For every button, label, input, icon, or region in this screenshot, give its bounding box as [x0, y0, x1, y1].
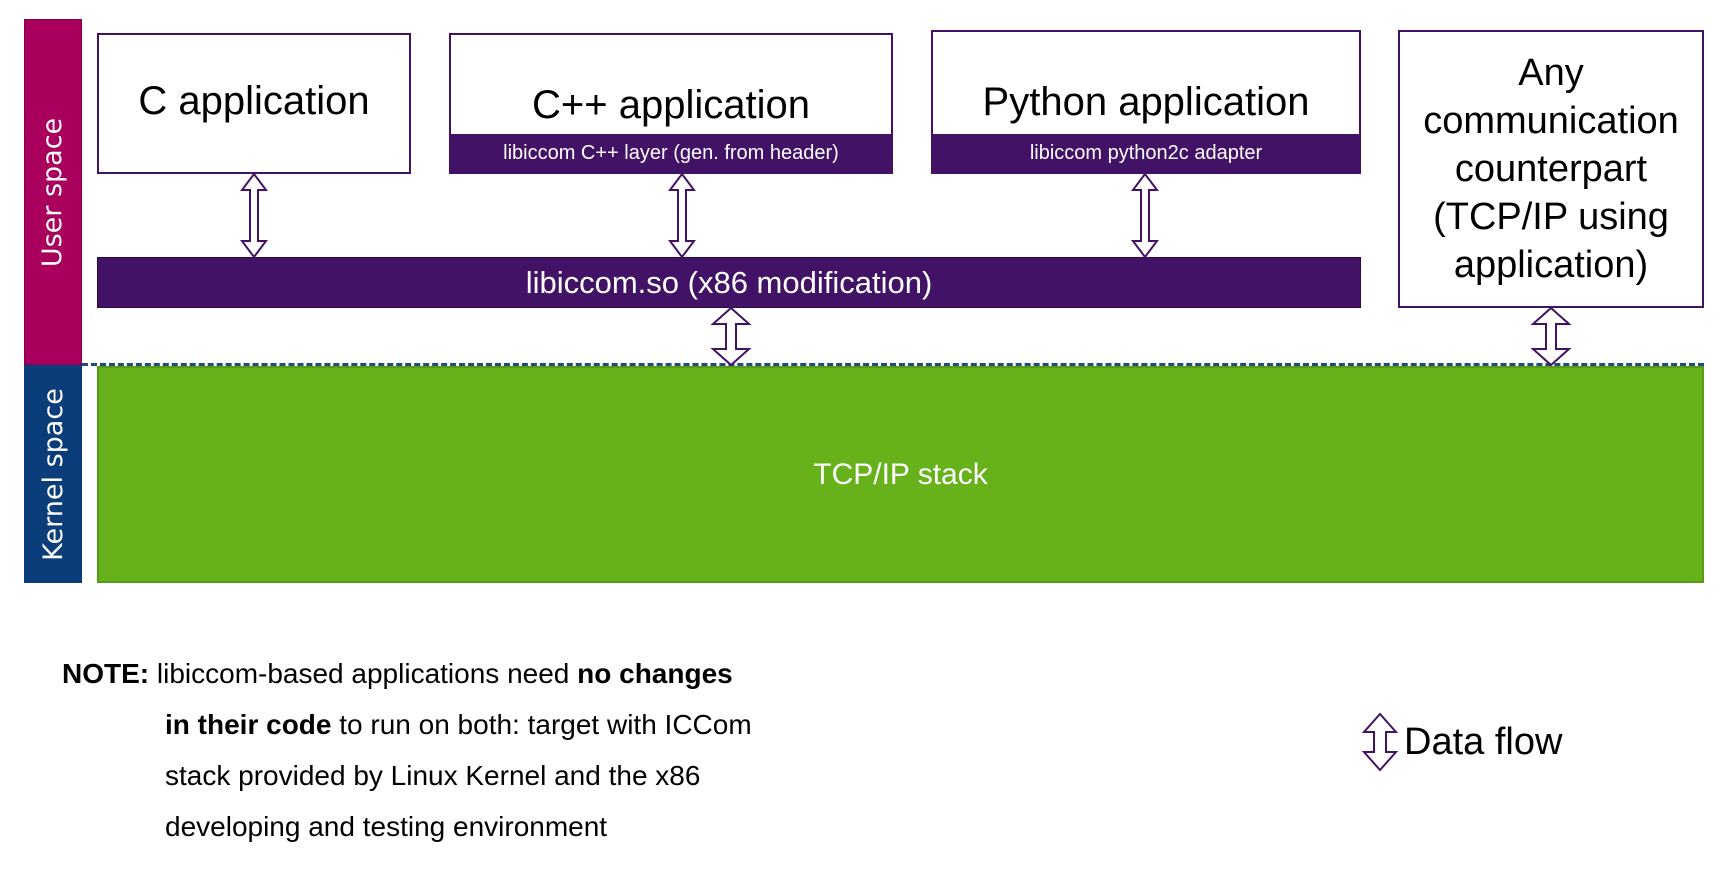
- cpp-application-box: C++ application libiccom C++ layer (gen.…: [449, 33, 893, 174]
- counterpart-line: communication: [1423, 100, 1679, 142]
- python-application-box: Python application libiccom python2c ada…: [931, 30, 1361, 174]
- kernel-space-label: Kernel space: [37, 387, 69, 561]
- tcpip-stack-block: TCP/IP stack: [97, 366, 1704, 583]
- data-flow-arrow-counterpart-to-tcpip: [1530, 306, 1572, 367]
- data-flow-arrow-lib-to-tcpip: [710, 306, 752, 367]
- counterpart-line: (TCP/IP using: [1433, 196, 1669, 238]
- cpp-application-title: C++ application: [532, 83, 810, 127]
- note-text-normal: to run on both: target with ICCom: [331, 709, 752, 740]
- data-flow-arrow-python-to-lib: [1131, 172, 1159, 259]
- note-prefix: NOTE:: [62, 658, 150, 689]
- counterpart-line: application): [1453, 244, 1649, 286]
- note-line-1: NOTE: libiccom-based applications need n…: [62, 648, 882, 699]
- user-space-label: User space: [37, 117, 69, 267]
- data-flow-arrow-c-to-lib: [240, 172, 268, 259]
- note-text-normal: libiccom-based applications need: [149, 658, 578, 689]
- data-flow-arrow-cpp-to-lib: [668, 172, 696, 259]
- libiccom-library-bar: libiccom.so (x86 modification): [97, 257, 1361, 308]
- legend: Data flow: [1360, 712, 1562, 772]
- c-application-title: C application: [138, 79, 370, 123]
- counterpart-line: counterpart: [1454, 148, 1648, 190]
- double-arrow-icon: [1361, 712, 1399, 772]
- python-application-title: Python application: [982, 80, 1310, 124]
- user-space-label-bar: User space: [24, 19, 82, 365]
- counterpart-line: Any: [1518, 52, 1584, 94]
- communication-counterpart-box: Any communication counterpart (TCP/IP us…: [1398, 30, 1704, 308]
- cpp-layer-band: libiccom C++ layer (gen. from header): [451, 134, 891, 172]
- note-line-4: developing and testing environment: [165, 811, 608, 842]
- python-adapter-band: libiccom python2c adapter: [933, 134, 1359, 172]
- legend-label: Data flow: [1404, 720, 1563, 763]
- c-application-box: C application: [97, 33, 411, 174]
- kernel-space-label-bar: Kernel space: [24, 365, 82, 583]
- note-text-bold: in their code: [165, 709, 332, 740]
- note-line-2: in their code to run on both: target wit…: [62, 699, 882, 750]
- note-line-3: stack provided by Linux Kernel and the x…: [165, 760, 701, 791]
- note-text: NOTE: libiccom-based applications need n…: [62, 648, 882, 852]
- note-text-bold: no changes: [577, 658, 733, 689]
